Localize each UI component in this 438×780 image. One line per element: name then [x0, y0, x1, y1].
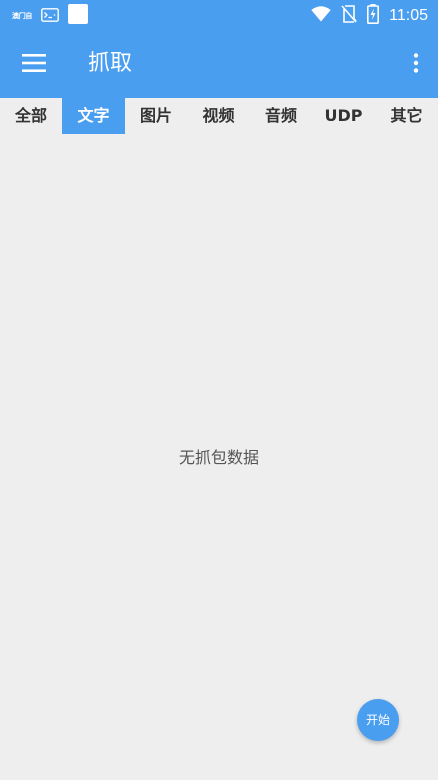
category-tabs: 全部 文字 图片 视频 音频 UDP 其它: [0, 98, 438, 134]
tab-text[interactable]: 文字: [62, 98, 125, 134]
white-square-icon: [68, 4, 89, 28]
tab-audio[interactable]: 音频: [250, 98, 312, 134]
menu-button[interactable]: [12, 43, 56, 87]
hamburger-menu-icon: [22, 54, 46, 76]
status-bar-right: 11:05: [311, 4, 428, 28]
status-bar: 澳门自 11:05: [0, 0, 438, 32]
empty-state-message: 无抓包数据: [178, 448, 259, 467]
app-bar: 抓取: [0, 32, 438, 98]
terminal-icon: [41, 7, 60, 26]
status-notification-text: 澳门自: [12, 12, 33, 20]
more-vert-icon: [413, 53, 419, 77]
status-time: 11:05: [389, 7, 428, 24]
start-button[interactable]: 开始: [357, 699, 399, 741]
battery-charging-icon: [367, 4, 380, 28]
tab-other[interactable]: 其它: [375, 98, 438, 134]
tab-video[interactable]: 视频: [187, 98, 250, 134]
wifi-icon: [311, 6, 331, 26]
tab-udp[interactable]: UDP: [312, 98, 375, 134]
no-sim-icon: [341, 5, 357, 27]
tab-images[interactable]: 图片: [125, 98, 187, 134]
more-options-button[interactable]: [402, 43, 430, 87]
tab-all[interactable]: 全部: [0, 98, 62, 134]
page-title: 抓取: [88, 51, 133, 76]
status-bar-left: 澳门自: [12, 4, 89, 28]
